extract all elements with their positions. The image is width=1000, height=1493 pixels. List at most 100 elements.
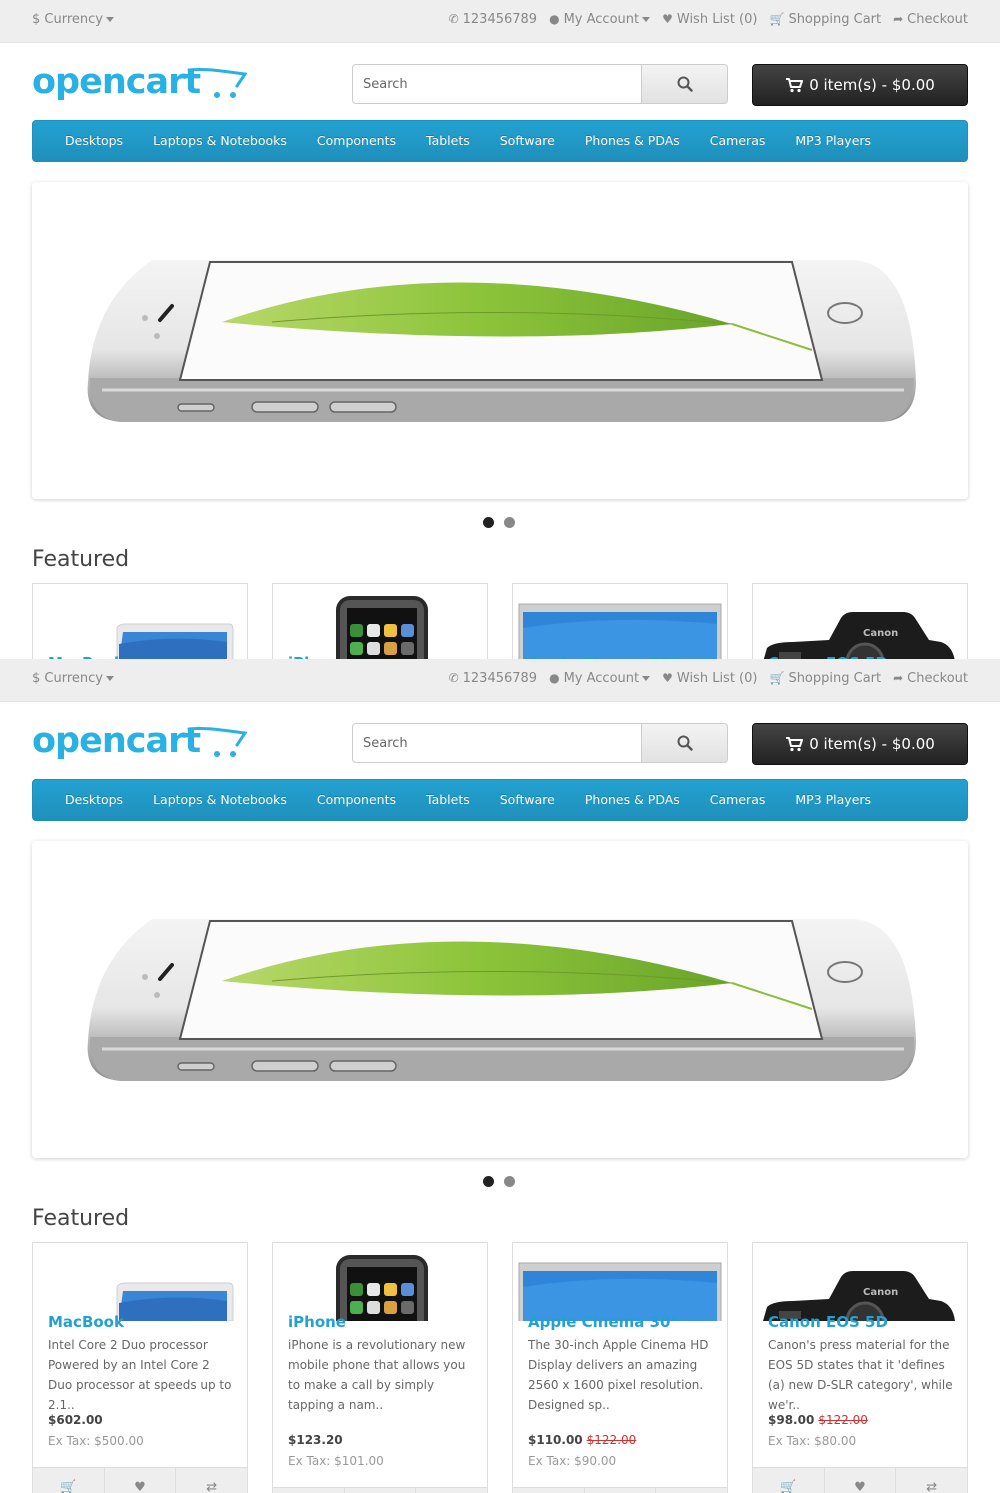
- phone-number: 123456789: [462, 12, 538, 27]
- search-input[interactable]: [352, 64, 642, 104]
- menu-item-tablets[interactable]: Tablets: [411, 780, 485, 820]
- add-to-cart-button[interactable]: 🛒: [513, 1488, 585, 1493]
- compare-button[interactable]: ⇄: [656, 1488, 727, 1493]
- price-old: $122.00: [586, 1433, 637, 1447]
- main-menu: Desktops Laptops & Notebooks Components …: [32, 779, 968, 821]
- currency-dropdown[interactable]: $ Currency: [32, 671, 114, 686]
- top-bar: $ Currency ✆ 123456789 ● My Account ♥ Wish …: [0, 0, 1000, 43]
- menu-item-components[interactable]: Components: [302, 780, 411, 820]
- opencart-logo[interactable]: opencart: [32, 62, 247, 106]
- slideshow-pagination: [483, 1176, 515, 1187]
- menu-item-mp3-players[interactable]: MP3 Players: [780, 780, 886, 820]
- product-image-apple-cinema[interactable]: [513, 1243, 727, 1321]
- price-old: $122.00: [818, 1413, 868, 1427]
- my-account-dropdown[interactable]: ● My Account: [549, 12, 651, 27]
- currency-label: $ Currency: [32, 12, 103, 27]
- menu-item-laptops-notebooks[interactable]: Laptops & Notebooks: [138, 780, 302, 820]
- compare-button[interactable]: ⇄: [176, 1468, 247, 1493]
- menu-item-cameras[interactable]: Cameras: [695, 121, 781, 161]
- product-name[interactable]: Canon EOS 5D: [768, 1313, 888, 1331]
- heart-icon: ♥: [662, 671, 673, 685]
- currency-label: $ Currency: [32, 671, 103, 686]
- wishlist-label: Wish List (0): [676, 12, 758, 27]
- cart-button[interactable]: 0 item(s) - $0.00: [752, 723, 968, 765]
- user-icon: ●: [549, 671, 560, 685]
- cart-button[interactable]: 0 item(s) - $0.00: [752, 64, 968, 106]
- product-name[interactable]: iPhone: [288, 1313, 346, 1331]
- product-image-canon-eos-5d[interactable]: Canon: [753, 1243, 967, 1321]
- cart-icon: 🛒: [60, 1480, 77, 1493]
- search-icon: [677, 76, 693, 92]
- slideshow-banner[interactable]: [32, 841, 968, 1158]
- svg-text:Canon: Canon: [863, 628, 898, 639]
- add-to-cart-button[interactable]: 🛒: [33, 1468, 105, 1493]
- wishlist-label: Wish List (0): [676, 671, 758, 686]
- cart-icon: 🛒: [769, 12, 785, 26]
- product-card-canon-eos-5d: Canon Canon EOS 5D Canon's press materia…: [752, 1242, 968, 1493]
- menu-item-components[interactable]: Components: [302, 121, 411, 161]
- compare-button[interactable]: ⇄: [896, 1468, 967, 1493]
- featured-heading: Featured: [32, 1206, 130, 1231]
- add-to-wishlist-button[interactable]: ♥: [105, 1468, 177, 1493]
- search-button[interactable]: [641, 723, 728, 763]
- menu-item-cameras[interactable]: Cameras: [695, 780, 781, 820]
- menu-item-laptops-notebooks[interactable]: Laptops & Notebooks: [138, 121, 302, 161]
- add-to-cart-button[interactable]: 🛒: [753, 1468, 825, 1493]
- search-button[interactable]: [641, 64, 728, 104]
- search-bar: [352, 723, 728, 763]
- product-image-iphone[interactable]: [273, 584, 487, 659]
- shopping-cart-link[interactable]: 🛒 Shopping Cart: [769, 12, 881, 27]
- monitor-image: [518, 1262, 722, 1321]
- my-account-dropdown[interactable]: ● My Account: [549, 671, 651, 686]
- menu-item-phones-pdas[interactable]: Phones & PDAs: [570, 780, 695, 820]
- camera-image: Canon: [763, 612, 955, 659]
- compare-button[interactable]: ⇄: [416, 1488, 487, 1493]
- main-menu: Desktops Laptops & Notebooks Components …: [32, 120, 968, 162]
- search-input[interactable]: [352, 723, 642, 763]
- add-to-wishlist-button[interactable]: ♥: [345, 1488, 417, 1493]
- chevron-down-icon: [105, 676, 114, 681]
- phone-link[interactable]: ✆ 123456789: [449, 12, 538, 27]
- product-image-canon-eos-5d[interactable]: Canon: [753, 584, 967, 659]
- menu-item-mp3-players[interactable]: MP3 Players: [780, 121, 886, 161]
- price-new: $98.00: [768, 1413, 815, 1427]
- menu-item-tablets[interactable]: Tablets: [411, 121, 485, 161]
- product-image-iphone[interactable]: [273, 1243, 487, 1321]
- product-description: iPhone is a revolutionary new mobile pho…: [288, 1338, 466, 1412]
- product-image-macbook[interactable]: [33, 1243, 247, 1321]
- menu-item-desktops[interactable]: Desktops: [50, 780, 138, 820]
- product-card-apple-cinema: Apple Cinema 30" The 30-inch Apple Cinem…: [512, 583, 728, 659]
- exchange-icon: ⇄: [926, 1480, 938, 1493]
- slide-dot-1[interactable]: [483, 517, 494, 528]
- slide-dot-2[interactable]: [504, 517, 515, 528]
- add-to-cart-button[interactable]: 🛒: [273, 1488, 345, 1493]
- menu-item-software[interactable]: Software: [485, 121, 570, 161]
- product-name[interactable]: Apple Cinema 30": [528, 1313, 678, 1331]
- product-card-iphone: iPhone iPhone is a revolutionary new mob…: [272, 583, 488, 659]
- cart-icon: 🛒: [780, 1480, 797, 1493]
- add-to-wishlist-button[interactable]: ♥: [585, 1488, 657, 1493]
- checkout-link[interactable]: ➦ Checkout: [893, 671, 968, 686]
- product-price: $602.00: [48, 1413, 103, 1427]
- cart-total: 0 item(s) - $0.00: [809, 735, 935, 753]
- shopping-cart-link[interactable]: 🛒 Shopping Cart: [769, 671, 881, 686]
- product-image-macbook[interactable]: [33, 584, 247, 659]
- menu-item-desktops[interactable]: Desktops: [50, 121, 138, 161]
- slideshow-banner[interactable]: [32, 182, 968, 499]
- add-to-wishlist-button[interactable]: ♥: [825, 1468, 897, 1493]
- wishlist-link[interactable]: ♥ Wish List (0): [662, 12, 757, 27]
- currency-dropdown[interactable]: $ Currency: [32, 12, 114, 27]
- checkout-link[interactable]: ➦ Checkout: [893, 12, 968, 27]
- wishlist-link[interactable]: ♥ Wish List (0): [662, 671, 757, 686]
- slide-dot-1[interactable]: [483, 1176, 494, 1187]
- opencart-logo[interactable]: opencart: [32, 721, 247, 765]
- product-ex-tax: Ex Tax: $101.00: [288, 1454, 384, 1468]
- product-name[interactable]: MacBook: [48, 1313, 124, 1331]
- slide-dot-2[interactable]: [504, 1176, 515, 1187]
- menu-item-software[interactable]: Software: [485, 780, 570, 820]
- phone-link[interactable]: ✆ 123456789: [449, 671, 538, 686]
- menu-item-phones-pdas[interactable]: Phones & PDAs: [570, 121, 695, 161]
- product-image-apple-cinema[interactable]: [513, 584, 727, 659]
- my-account-label: My Account: [563, 671, 640, 686]
- phone-image: [336, 1255, 428, 1321]
